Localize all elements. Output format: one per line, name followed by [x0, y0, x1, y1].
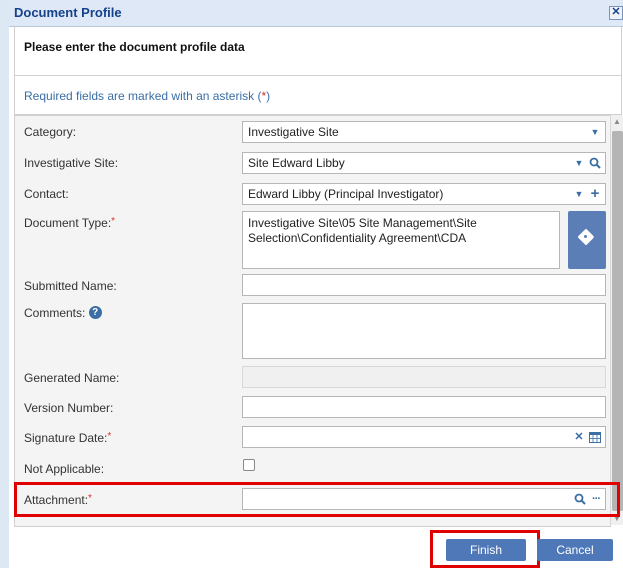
intro-panel: Please enter the document profile data — [14, 27, 622, 76]
required-note: Required fields are marked with an aster… — [24, 89, 271, 103]
version-number-label: Version Number: — [24, 401, 114, 415]
document-type-field[interactable]: Investigative Site\05 Site Management\Si… — [242, 211, 560, 269]
calendar-icon[interactable] — [587, 427, 603, 447]
generated-name-input — [242, 366, 606, 388]
investigative-site-label: Investigative Site: — [24, 156, 119, 170]
scroll-up-icon[interactable]: ▲ — [613, 117, 621, 126]
submitted-name-input[interactable] — [242, 274, 606, 296]
chevron-down-icon[interactable]: ▼ — [587, 122, 603, 142]
info-icon[interactable]: ? — [88, 306, 102, 319]
generated-name-label: Generated Name: — [24, 371, 120, 385]
document-profile-dialog: Document Profile ✕ Please enter the docu… — [0, 0, 623, 568]
contact-label: Contact: — [24, 187, 69, 201]
attachment-highlight — [14, 482, 620, 517]
chevron-down-icon[interactable]: ▼ — [571, 153, 587, 173]
close-icon[interactable]: ✕ — [609, 6, 623, 20]
intro-text: Please enter the document profile data — [24, 40, 245, 54]
version-number-input[interactable] — [242, 396, 606, 418]
finish-highlight — [430, 530, 540, 568]
contact-value: Edward Libby (Principal Investigator) — [248, 187, 444, 201]
category-select[interactable]: Investigative Site ▼ — [242, 121, 606, 143]
comments-label: Comments: ? — [24, 306, 102, 320]
add-icon[interactable]: + — [587, 184, 603, 204]
tag-button[interactable] — [568, 211, 606, 269]
profile-form: Category: Investigative Site ▼ Investiga… — [14, 115, 611, 527]
document-type-value: Investigative Site\05 Site Management\Si… — [248, 216, 477, 245]
contact-select[interactable]: Edward Libby (Principal Investigator) ▼ … — [242, 183, 606, 205]
signature-date-input[interactable]: ✕ — [242, 426, 606, 448]
cancel-button[interactable]: Cancel — [537, 539, 613, 561]
scrollbar-thumb[interactable] — [612, 131, 623, 511]
chevron-down-icon[interactable]: ▼ — [571, 184, 587, 204]
not-applicable-label: Not Applicable: — [24, 462, 105, 476]
dialog-title: Document Profile — [14, 5, 122, 20]
document-type-label: Document Type:* — [24, 216, 116, 230]
required-note-panel: Required fields are marked with an aster… — [14, 76, 622, 115]
search-icon[interactable] — [587, 153, 603, 173]
not-applicable-checkbox[interactable] — [243, 459, 255, 471]
category-value: Investigative Site — [248, 125, 339, 139]
submitted-name-label: Submitted Name: — [24, 279, 117, 293]
investigative-site-select[interactable]: Site Edward Libby ▼ — [242, 152, 606, 174]
dialog-titlebar: Document Profile ✕ — [9, 0, 623, 27]
category-label: Category: — [24, 125, 77, 139]
investigative-site-value: Site Edward Libby — [248, 156, 345, 170]
clear-icon[interactable]: ✕ — [571, 427, 587, 447]
signature-date-label: Signature Date:* — [24, 431, 112, 445]
comments-textarea[interactable] — [242, 303, 606, 359]
form-scrollbar[interactable]: ▲ ▼ — [610, 115, 623, 525]
